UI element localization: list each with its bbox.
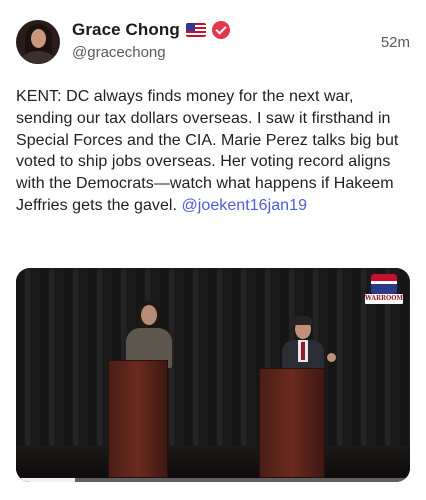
post-card: Grace Chong @gracechong 52m KENT: DC alw…	[0, 0, 426, 500]
stage-floor	[16, 446, 410, 482]
speaker-right-hand	[327, 353, 336, 362]
video-progress-bar[interactable]	[16, 478, 410, 482]
mention-link[interactable]: @joekent16jan19	[182, 197, 308, 214]
author-handle[interactable]: @gracechong	[72, 44, 166, 61]
post-text: KENT: DC always finds money for the next…	[16, 86, 412, 217]
post-timestamp: 52m	[380, 34, 410, 51]
podium-right	[259, 368, 325, 478]
warroom-logo-emblem	[371, 274, 397, 294]
post-body: KENT: DC always finds money for the next…	[16, 88, 399, 214]
speaker-right-tie	[301, 342, 305, 360]
podium-left	[108, 360, 168, 478]
author-display-name[interactable]: Grace Chong	[72, 20, 180, 40]
speaker-left-head	[141, 305, 157, 325]
video-progress-fill	[16, 478, 76, 482]
video-media[interactable]: WARROOM	[16, 268, 410, 482]
us-flag-icon	[185, 23, 206, 37]
speaker-right-hair	[293, 316, 313, 325]
avatar[interactable]	[16, 20, 60, 64]
warroom-logo-text: WARROOM	[365, 294, 404, 304]
verified-badge-icon	[211, 21, 230, 39]
post-header: Grace Chong @gracechong 52m	[16, 14, 410, 70]
name-row: Grace Chong	[72, 18, 230, 42]
warroom-logo: WARROOM	[365, 274, 403, 306]
